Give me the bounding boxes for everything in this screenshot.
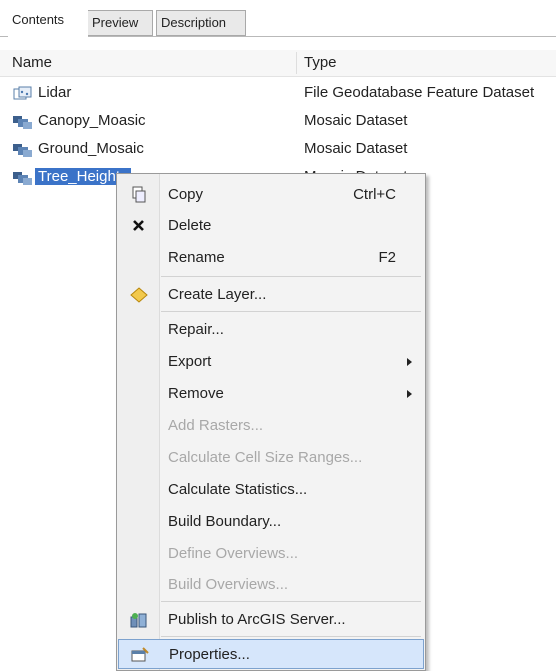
mosaic-dataset-icon	[13, 172, 32, 185]
menu-separator	[161, 276, 421, 277]
menu-item-label: Calculate Cell Size Ranges...	[168, 449, 363, 466]
tab-contents[interactable]: Contents	[8, 8, 88, 37]
list-item-ground-mosaic[interactable]: Ground_Mosaic Mosaic Dataset	[0, 137, 556, 163]
menu-separator	[161, 311, 421, 312]
menu-item-repair[interactable]: Repair...	[118, 315, 424, 345]
menu-item-label: Rename	[168, 249, 225, 266]
copy-icon	[132, 186, 146, 203]
list-item-lidar[interactable]: Lidar File Geodatabase Feature Dataset	[0, 81, 556, 107]
menu-item-label: Define Overviews...	[168, 545, 299, 562]
properties-icon	[131, 647, 149, 662]
menu-item-label: Publish to ArcGIS Server...	[168, 611, 346, 628]
submenu-arrow-icon	[407, 358, 412, 366]
menu-item-export[interactable]: Export	[118, 347, 424, 377]
row-name: Canopy_Moasic	[38, 112, 146, 129]
menu-item-label: Export	[168, 353, 212, 370]
menu-item-define-overviews: Define Overviews...	[118, 539, 424, 569]
menu-item-delete[interactable]: Delete	[118, 211, 424, 241]
menu-item-create-layer[interactable]: Create Layer...	[118, 280, 424, 310]
column-header-type[interactable]: Type	[304, 54, 337, 71]
mosaic-dataset-icon	[13, 116, 32, 129]
menu-item-rename[interactable]: Rename F2	[118, 243, 424, 273]
column-divider[interactable]	[296, 52, 297, 74]
layer-diamond-icon	[130, 287, 148, 303]
menu-item-label: Calculate Statistics...	[168, 481, 308, 498]
menu-item-label: Remove	[168, 385, 224, 402]
row-name: Lidar	[38, 84, 72, 101]
menu-item-calculate-statistics[interactable]: Calculate Statistics...	[118, 475, 424, 505]
mosaic-dataset-icon	[13, 144, 32, 157]
menu-item-label: Build Overviews...	[168, 576, 289, 593]
row-name: Ground_Mosaic	[38, 140, 144, 157]
row-type: File Geodatabase Feature Dataset	[304, 84, 535, 101]
list-item-canopy-moasic[interactable]: Canopy_Moasic Mosaic Dataset	[0, 109, 556, 135]
menu-item-label: Build Boundary...	[168, 513, 282, 530]
menu-item-calculate-cell-size-ranges: Calculate Cell Size Ranges...	[118, 443, 424, 473]
row-type: Mosaic Dataset	[304, 112, 408, 129]
context-menu: Copy Ctrl+C Delete Rename F2 Create Laye…	[116, 173, 426, 671]
menu-item-shortcut: Ctrl+C	[353, 186, 396, 203]
delete-x-icon	[133, 220, 144, 231]
menu-item-add-rasters: Add Rasters...	[118, 411, 424, 441]
menu-item-label: Delete	[168, 217, 212, 234]
menu-item-publish-arcgis-server[interactable]: Publish to ArcGIS Server...	[118, 605, 424, 635]
tab-preview[interactable]: Preview	[87, 10, 153, 36]
menu-item-copy[interactable]: Copy Ctrl+C	[118, 180, 424, 210]
menu-item-build-boundary[interactable]: Build Boundary...	[118, 507, 424, 537]
tab-bar: Contents Preview Description	[0, 0, 556, 40]
menu-separator	[161, 636, 421, 637]
row-type: Mosaic Dataset	[304, 140, 408, 157]
menu-item-label: Repair...	[168, 321, 224, 338]
menu-item-label: Create Layer...	[168, 286, 267, 303]
publish-server-icon	[130, 613, 147, 628]
list-header: Name Type	[0, 50, 556, 77]
menu-separator	[161, 601, 421, 602]
feature-dataset-icon	[13, 86, 32, 100]
menu-item-label: Copy	[168, 186, 204, 203]
submenu-arrow-icon	[407, 390, 412, 398]
menu-item-shortcut: F2	[378, 249, 396, 266]
tab-description[interactable]: Description	[156, 10, 246, 36]
menu-item-build-overviews: Build Overviews...	[118, 570, 424, 600]
menu-item-remove[interactable]: Remove	[118, 379, 424, 409]
menu-item-properties[interactable]: Properties...	[118, 639, 424, 669]
column-header-name[interactable]: Name	[12, 54, 52, 71]
menu-item-label: Properties...	[169, 646, 250, 663]
menu-item-label: Add Rasters...	[168, 417, 264, 434]
